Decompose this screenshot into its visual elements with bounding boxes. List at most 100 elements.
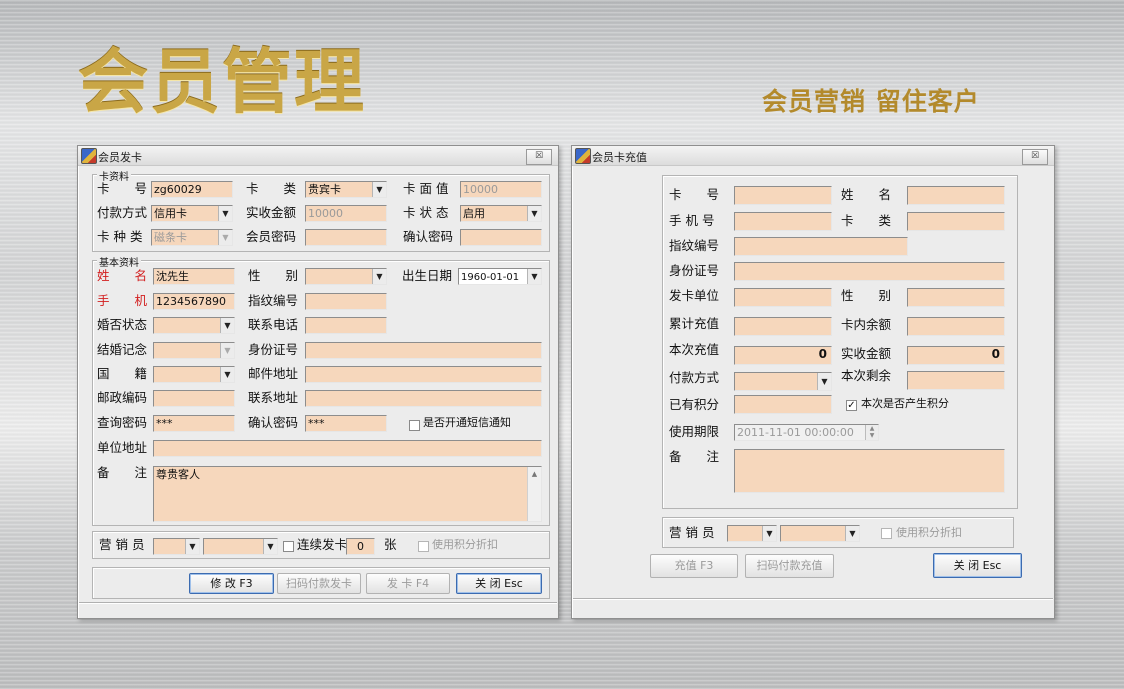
chevron-down-icon[interactable]: ▼: [218, 230, 232, 245]
scan-pay-recharge-button[interactable]: 扫码付款充值: [745, 554, 834, 578]
chevron-down-icon[interactable]: ▼: [185, 539, 199, 554]
issuer-input[interactable]: [734, 288, 832, 307]
marital-select[interactable]: ▼: [153, 317, 235, 334]
zip-label: 邮政编码: [97, 390, 148, 405]
name-input[interactable]: [907, 186, 1005, 205]
member-pwd-input[interactable]: [305, 229, 387, 246]
card-kind-select[interactable]: 磁条卡 ▼: [151, 229, 233, 246]
address-input[interactable]: [305, 390, 542, 407]
birth-date-value: 1960-01-01: [461, 272, 520, 283]
mobile-label: 手 机: [97, 293, 148, 308]
chevron-down-icon[interactable]: ▼: [817, 373, 831, 390]
card-type-label: 卡 类: [246, 181, 297, 196]
note-textarea[interactable]: [734, 449, 1005, 493]
continuous-issue-checkbox[interactable]: [283, 541, 294, 552]
issue-card-button[interactable]: 发 卡 F4: [366, 573, 450, 594]
chevron-down-icon[interactable]: ▼: [220, 367, 234, 382]
paid-amount-label: 实收金额: [841, 346, 892, 361]
anniversary-picker[interactable]: ▼: [153, 342, 235, 359]
nationality-select[interactable]: ▼: [153, 366, 235, 383]
pwd-confirm-label: 确认密码: [403, 229, 454, 244]
sales-code-select[interactable]: ▼: [153, 538, 200, 555]
edit-button[interactable]: 修 改 F3: [189, 573, 274, 594]
close-icon[interactable]: ☒: [1022, 149, 1048, 165]
note-textarea[interactable]: 尊贵客人 ▲▼: [153, 466, 542, 522]
idcard-label: 身份证号: [669, 263, 720, 278]
query-pwd-label: 查询密码: [97, 415, 148, 430]
confirm-pwd-input[interactable]: ***: [305, 415, 387, 432]
pwd-confirm-input[interactable]: [460, 229, 542, 246]
name-input[interactable]: 沈先生: [153, 268, 235, 285]
birth-date-picker[interactable]: 1960-01-01 ▼: [458, 268, 542, 285]
chevron-down-icon[interactable]: ▼: [845, 526, 859, 541]
continuous-issue-label: 连续发卡: [297, 537, 348, 552]
gender-select[interactable]: ▼: [305, 268, 387, 285]
scrollbar[interactable]: ▲▼: [527, 467, 541, 521]
card-status-value: 启用: [463, 207, 485, 220]
earn-points-checkbox[interactable]: ✓: [846, 400, 857, 411]
card-no-input[interactable]: zg60029: [151, 181, 233, 198]
company-address-input[interactable]: [153, 440, 542, 457]
fingerprint-input[interactable]: [305, 293, 387, 310]
idcard-label: 身份证号: [248, 342, 299, 357]
close-button[interactable]: 关 闭 Esc: [933, 553, 1022, 578]
gender-label: 性 别: [248, 268, 299, 283]
pay-method-label: 付款方式: [97, 205, 148, 220]
sales-code-select[interactable]: ▼: [727, 525, 777, 542]
points-discount-checkbox[interactable]: [881, 528, 892, 539]
card-type-input[interactable]: [907, 212, 1005, 231]
count-unit-label: 张: [384, 537, 397, 552]
card-type-select[interactable]: 贵宾卡 ▼: [305, 181, 387, 198]
chevron-down-icon[interactable]: ▼: [220, 343, 234, 358]
email-input[interactable]: [305, 366, 542, 383]
sales-name-select[interactable]: ▼: [203, 538, 278, 555]
points-label: 已有积分: [669, 397, 720, 412]
continuous-count-input[interactable]: 0: [346, 538, 375, 555]
gender-input[interactable]: [907, 288, 1005, 307]
scan-pay-issue-button[interactable]: 扫码付款发卡: [277, 573, 361, 594]
expiry-picker[interactable]: 2011-11-01 00:00:00 ▲ ▼: [734, 424, 879, 441]
status-bar: [573, 598, 1053, 618]
zip-input[interactable]: [153, 390, 235, 407]
chevron-down-icon[interactable]: ▼: [372, 182, 386, 197]
chevron-down-icon[interactable]: ▼: [220, 318, 234, 333]
pay-method-select[interactable]: 信用卡 ▼: [151, 205, 233, 222]
chevron-down-icon[interactable]: ▼: [372, 269, 386, 284]
spinner-icon[interactable]: ▲ ▼: [865, 425, 878, 440]
points-discount-checkbox[interactable]: [418, 541, 429, 552]
chevron-down-icon[interactable]: ▼: [527, 206, 541, 221]
close-button[interactable]: 关 闭 Esc: [456, 573, 542, 594]
chevron-down-icon[interactable]: ▼: [762, 526, 776, 541]
chevron-down-icon[interactable]: ▼: [263, 539, 277, 554]
expiry-label: 使用期限: [669, 424, 720, 439]
balance-input[interactable]: [907, 317, 1005, 336]
card-no-input[interactable]: [734, 186, 832, 205]
sales-name-select[interactable]: ▼: [780, 525, 860, 542]
card-kind-value: 磁条卡: [154, 231, 187, 244]
desktop-background: { "hero": { "title": "会员管理", "slogan": "…: [0, 0, 1124, 689]
phone-input[interactable]: [305, 317, 387, 334]
this-recharge-input[interactable]: 0: [734, 346, 832, 365]
total-recharge-input[interactable]: [734, 317, 832, 336]
recharge-button[interactable]: 充值 F3: [650, 554, 738, 578]
mobile-input[interactable]: [734, 212, 832, 231]
fingerprint-input[interactable]: [734, 237, 908, 256]
chevron-down-icon[interactable]: ▼: [218, 206, 232, 221]
chevron-down-icon[interactable]: ▼: [527, 269, 541, 284]
pay-method-select[interactable]: ▼: [734, 372, 832, 391]
paid-amount-input[interactable]: 0: [907, 346, 1005, 365]
remaining-input[interactable]: [907, 371, 1005, 390]
paid-amount-input[interactable]: 10000: [305, 205, 387, 222]
query-pwd-input[interactable]: ***: [153, 415, 235, 432]
pay-method-value: 信用卡: [154, 207, 187, 220]
mobile-label: 手 机 号: [669, 213, 715, 228]
idcard-input[interactable]: [734, 262, 1005, 281]
sms-notify-checkbox[interactable]: [409, 420, 420, 431]
idcard-input[interactable]: [305, 342, 542, 359]
face-value-input[interactable]: 10000: [460, 181, 542, 198]
card-type-label: 卡 类: [841, 213, 892, 228]
mobile-input[interactable]: 1234567890: [153, 293, 235, 310]
card-status-select[interactable]: 启用 ▼: [460, 205, 542, 222]
close-icon[interactable]: ☒: [526, 149, 552, 165]
points-input[interactable]: [734, 395, 832, 414]
